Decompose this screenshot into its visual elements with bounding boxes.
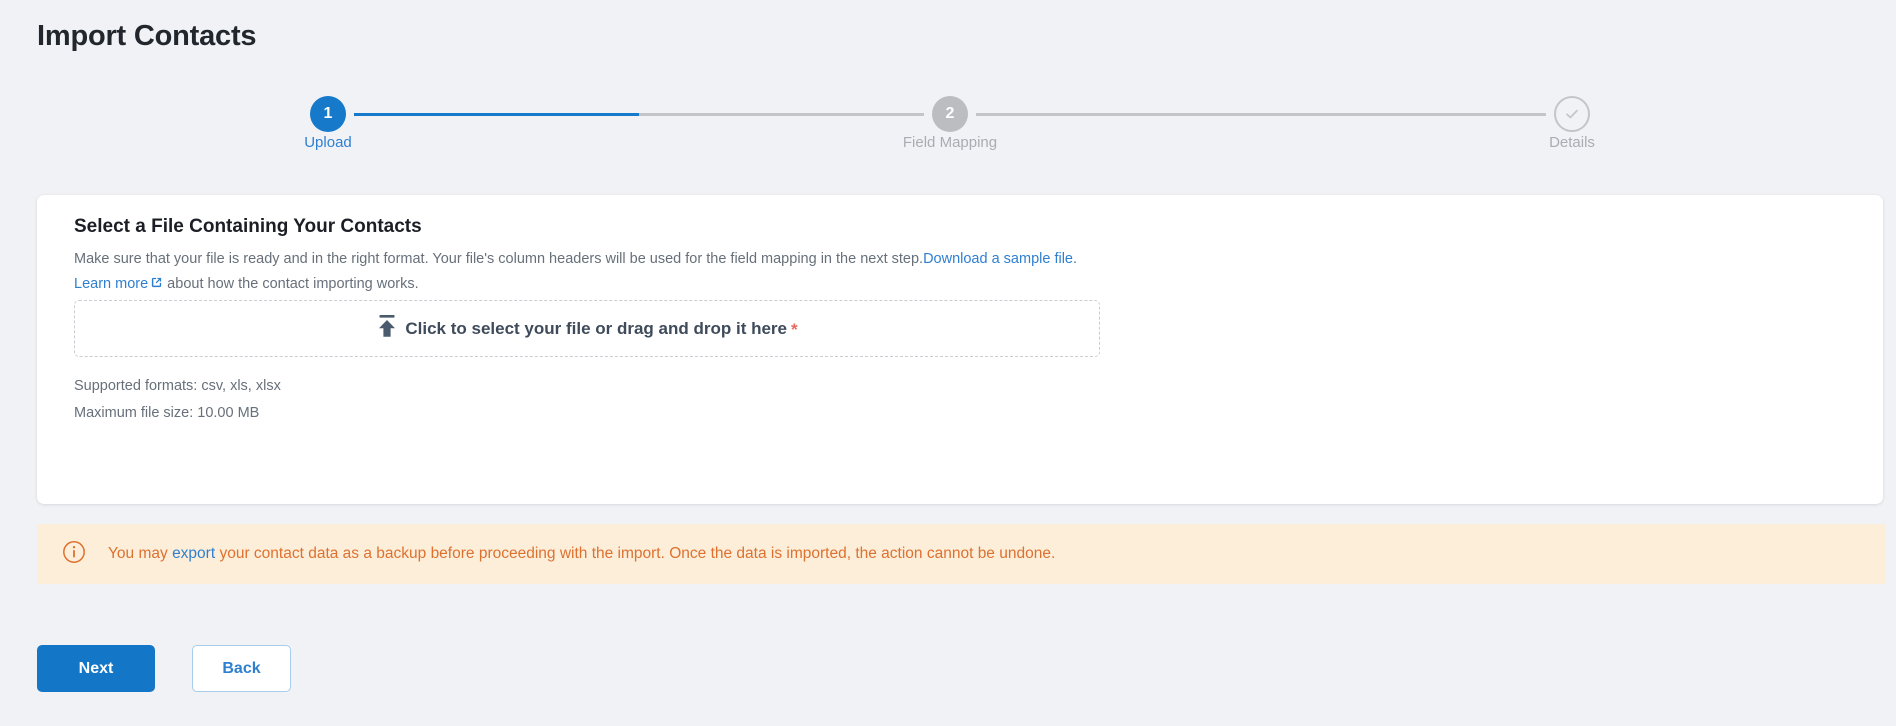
banner-text-before-link: You may — [108, 545, 173, 562]
file-dropzone-content: Click to select your file or drag and dr… — [376, 314, 798, 343]
stepper-connector-1 — [354, 112, 924, 116]
upload-icon — [376, 314, 398, 343]
stepper-label-details[interactable]: Details — [1549, 134, 1595, 151]
stepper-step-1-node[interactable]: 1 — [310, 96, 346, 132]
banner-message: You may export your contact data as a ba… — [108, 545, 1055, 563]
stepper-step-2-node[interactable]: 2 — [932, 96, 968, 132]
export-backup-banner: You may export your contact data as a ba… — [37, 524, 1886, 584]
external-link-icon — [150, 273, 163, 298]
wizard-footer-actions: Next Back — [37, 645, 291, 692]
stepper-step-1-number: 1 — [323, 105, 333, 122]
file-dropzone[interactable]: Click to select your file or drag and dr… — [74, 300, 1100, 357]
check-circle-icon — [1563, 105, 1581, 123]
stepper-step-2-number: 2 — [945, 105, 955, 122]
card-description: Make sure that your file is ready and in… — [74, 247, 1834, 298]
stepper-labels: Upload Field Mapping Details — [304, 134, 1595, 158]
file-dropzone-label: Click to select your file or drag and dr… — [405, 318, 787, 338]
file-constraints: Supported formats: csv, xls, xlsx Maximu… — [74, 373, 281, 427]
page-title: Import Contacts — [37, 20, 257, 52]
stepper-label-upload[interactable]: Upload — [304, 134, 352, 151]
learn-more-suffix: about how the contact importing works. — [163, 276, 419, 292]
export-link[interactable]: export — [172, 545, 215, 562]
stepper-progress-fill — [354, 112, 639, 116]
card-title: Select a File Containing Your Contacts — [74, 216, 422, 237]
supported-formats-text: Supported formats: csv, xls, xlsx — [74, 378, 281, 394]
stepper-step-3-node[interactable] — [1554, 96, 1590, 132]
required-asterisk: * — [791, 320, 798, 339]
learn-more-link[interactable]: Learn more — [74, 276, 148, 292]
card-description-text: Make sure that your file is ready and in… — [74, 251, 924, 267]
info-circle-icon — [62, 540, 86, 569]
upload-card: Select a File Containing Your Contacts M… — [37, 195, 1883, 504]
stepper-label-field-mapping[interactable]: Field Mapping — [903, 134, 997, 151]
download-sample-file-link[interactable]: Download a sample file. — [923, 251, 1077, 267]
stepper-connector-2 — [976, 112, 1546, 116]
import-stepper: 1 2 Upload Field Mapping Details — [304, 96, 1595, 168]
max-file-size-text: Maximum file size: 10.00 MB — [74, 405, 260, 421]
stepper-track: 1 2 — [310, 96, 1590, 132]
next-button[interactable]: Next — [37, 645, 155, 692]
banner-text-after-link: your contact data as a backup before pro… — [215, 545, 1056, 562]
back-button[interactable]: Back — [192, 645, 291, 692]
